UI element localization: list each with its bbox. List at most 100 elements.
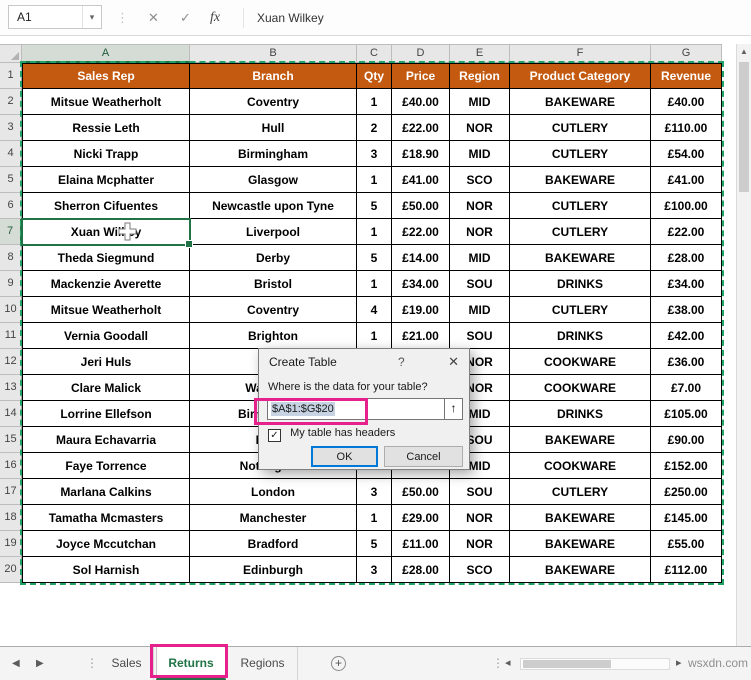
- cell-D20[interactable]: £28.00: [392, 557, 450, 583]
- horizontal-scroll-thumb[interactable]: [523, 660, 611, 668]
- cell-C9[interactable]: 1: [357, 271, 392, 297]
- row-header-4[interactable]: 4: [0, 141, 22, 167]
- scroll-up-icon[interactable]: ▲: [737, 44, 751, 60]
- tab-nav-right-icon[interactable]: ▶: [36, 647, 44, 680]
- headers-checkbox[interactable]: ✓: [268, 429, 281, 442]
- cell-F11[interactable]: DRINKS: [510, 323, 651, 349]
- cell-A4[interactable]: Nicki Trapp: [22, 141, 190, 167]
- cell-F6[interactable]: CUTLERY: [510, 193, 651, 219]
- cell-B2[interactable]: Coventry: [190, 89, 357, 115]
- cell-G18[interactable]: £145.00: [651, 505, 722, 531]
- enter-icon[interactable]: ✓: [180, 0, 191, 36]
- cell-B1[interactable]: Branch: [190, 63, 357, 89]
- dialog-title[interactable]: Create Table: [269, 355, 337, 369]
- cell-G8[interactable]: £28.00: [651, 245, 722, 271]
- cell-G19[interactable]: £55.00: [651, 531, 722, 557]
- cell-B19[interactable]: Bradford: [190, 531, 357, 557]
- name-box-dropdown-icon[interactable]: ▾: [82, 6, 101, 28]
- row-header-13[interactable]: 13: [0, 375, 22, 401]
- cancel-icon[interactable]: ✕: [148, 0, 159, 36]
- cell-E3[interactable]: NOR: [450, 115, 510, 141]
- cell-G2[interactable]: £40.00: [651, 89, 722, 115]
- column-header-G[interactable]: G: [651, 44, 722, 63]
- cell-E7[interactable]: NOR: [450, 219, 510, 245]
- name-box[interactable]: A1 ▾: [8, 5, 102, 29]
- cell-F3[interactable]: CUTLERY: [510, 115, 651, 141]
- row-header-7[interactable]: 7: [0, 219, 22, 245]
- vertical-scroll-thumb[interactable]: [739, 62, 749, 192]
- cell-A15[interactable]: Maura Echavarria: [22, 427, 190, 453]
- column-header-B[interactable]: B: [190, 44, 357, 63]
- cell-G9[interactable]: £34.00: [651, 271, 722, 297]
- cell-B20[interactable]: Edinburgh: [190, 557, 357, 583]
- cell-C10[interactable]: 4: [357, 297, 392, 323]
- cell-C6[interactable]: 5: [357, 193, 392, 219]
- cell-B17[interactable]: London: [190, 479, 357, 505]
- cell-A3[interactable]: Ressie Leth: [22, 115, 190, 141]
- cell-B3[interactable]: Hull: [190, 115, 357, 141]
- close-icon[interactable]: ✕: [448, 354, 459, 370]
- cell-D5[interactable]: £41.00: [392, 167, 450, 193]
- cell-E17[interactable]: SOU: [450, 479, 510, 505]
- cell-F13[interactable]: COOKWARE: [510, 375, 651, 401]
- cell-B10[interactable]: Coventry: [190, 297, 357, 323]
- cell-F9[interactable]: DRINKS: [510, 271, 651, 297]
- cell-E19[interactable]: NOR: [450, 531, 510, 557]
- cell-F19[interactable]: BAKEWARE: [510, 531, 651, 557]
- cell-F14[interactable]: DRINKS: [510, 401, 651, 427]
- row-header-3[interactable]: 3: [0, 115, 22, 141]
- cell-F5[interactable]: BAKEWARE: [510, 167, 651, 193]
- cell-F1[interactable]: Product Category: [510, 63, 651, 89]
- cell-C3[interactable]: 2: [357, 115, 392, 141]
- cell-F12[interactable]: COOKWARE: [510, 349, 651, 375]
- row-header-16[interactable]: 16: [0, 453, 22, 479]
- cell-B8[interactable]: Derby: [190, 245, 357, 271]
- cell-F20[interactable]: BAKEWARE: [510, 557, 651, 583]
- cell-B18[interactable]: Manchester: [190, 505, 357, 531]
- cell-A11[interactable]: Vernia Goodall: [22, 323, 190, 349]
- cell-C8[interactable]: 5: [357, 245, 392, 271]
- cell-A1[interactable]: Sales Rep: [22, 63, 190, 89]
- cell-G10[interactable]: £38.00: [651, 297, 722, 323]
- insert-function-icon[interactable]: fx: [210, 0, 220, 36]
- cell-E11[interactable]: SOU: [450, 323, 510, 349]
- cell-A19[interactable]: Joyce Mccutchan: [22, 531, 190, 557]
- help-icon[interactable]: ?: [398, 355, 405, 369]
- column-header-E[interactable]: E: [450, 44, 510, 63]
- horizontal-scrollbar[interactable]: [520, 658, 670, 670]
- cell-F4[interactable]: CUTLERY: [510, 141, 651, 167]
- cell-D11[interactable]: £21.00: [392, 323, 450, 349]
- sheet-tab-returns[interactable]: Returns: [156, 647, 226, 680]
- cell-F2[interactable]: BAKEWARE: [510, 89, 651, 115]
- column-header-D[interactable]: D: [392, 44, 450, 63]
- cell-A2[interactable]: Mitsue Weatherholt: [22, 89, 190, 115]
- cell-E2[interactable]: MID: [450, 89, 510, 115]
- row-header-18[interactable]: 18: [0, 505, 22, 531]
- select-all-corner[interactable]: [0, 44, 22, 63]
- cell-C11[interactable]: 1: [357, 323, 392, 349]
- cell-F15[interactable]: BAKEWARE: [510, 427, 651, 453]
- hscroll-left-icon[interactable]: ◂: [505, 647, 511, 680]
- cell-G17[interactable]: £250.00: [651, 479, 722, 505]
- row-header-8[interactable]: 8: [0, 245, 22, 271]
- cell-G16[interactable]: £152.00: [651, 453, 722, 479]
- cell-D7[interactable]: £22.00: [392, 219, 450, 245]
- cell-G11[interactable]: £42.00: [651, 323, 722, 349]
- cell-B4[interactable]: Birmingham: [190, 141, 357, 167]
- cell-D6[interactable]: £50.00: [392, 193, 450, 219]
- cell-B11[interactable]: Brighton: [190, 323, 357, 349]
- column-header-A[interactable]: A: [22, 44, 190, 63]
- cell-B6[interactable]: Newcastle upon Tyne: [190, 193, 357, 219]
- sheet-tab-sales[interactable]: Sales: [100, 647, 154, 680]
- cell-B7[interactable]: Liverpool: [190, 219, 357, 245]
- formula-input[interactable]: Xuan Wilkey: [257, 0, 324, 36]
- row-header-9[interactable]: 9: [0, 271, 22, 297]
- cell-D3[interactable]: £22.00: [392, 115, 450, 141]
- cell-A17[interactable]: Marlana Calkins: [22, 479, 190, 505]
- cell-C17[interactable]: 3: [357, 479, 392, 505]
- cell-F7[interactable]: CUTLERY: [510, 219, 651, 245]
- cell-A20[interactable]: Sol Harnish: [22, 557, 190, 583]
- cell-D9[interactable]: £34.00: [392, 271, 450, 297]
- row-header-17[interactable]: 17: [0, 479, 22, 505]
- cell-A9[interactable]: Mackenzie Averette: [22, 271, 190, 297]
